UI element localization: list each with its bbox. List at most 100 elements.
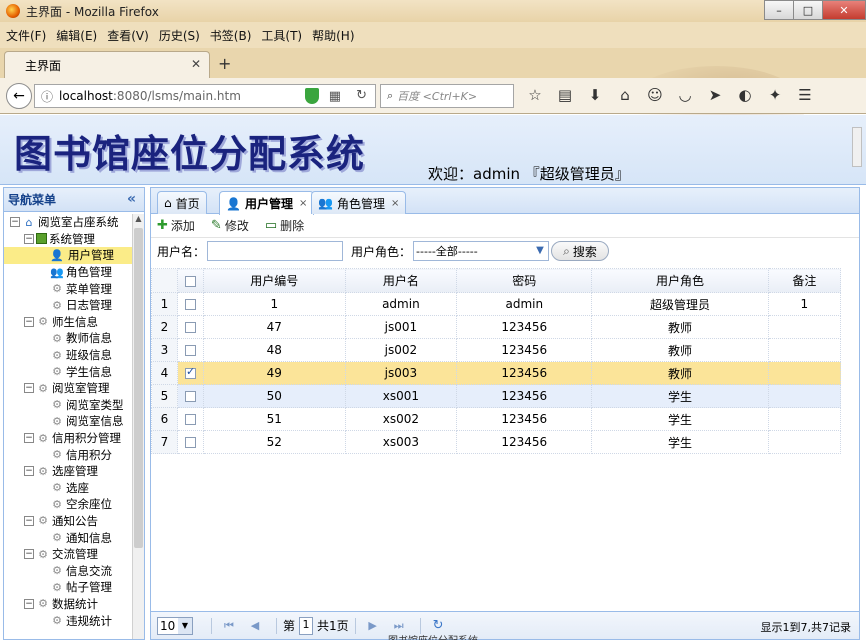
tree-item[interactable]: ⚙ 违规统计 [4, 612, 132, 629]
scroll-thumb[interactable] [134, 228, 143, 548]
tree-item[interactable]: ⚙ 信息交流 [4, 562, 132, 579]
tree-item[interactable]: ⚙ 日志管理 [4, 297, 132, 314]
row-checkbox-cell[interactable] [177, 338, 204, 362]
tree-item[interactable]: ⚙ 选座 [4, 480, 132, 497]
tree-item[interactable]: − ⚙ 师生信息 [4, 314, 132, 331]
tab-1[interactable]: 👤 用户管理 × [219, 191, 315, 215]
menu-help[interactable]: 帮助(H) [312, 27, 354, 44]
tree-toggle-icon[interactable]: − [24, 383, 34, 394]
url-bar[interactable]: ⓘ localhost :8080/lsms/main.htm ▦ ↻ [34, 84, 376, 108]
last-page-icon[interactable]: ⏭ [388, 619, 410, 633]
menu-bookmarks[interactable]: 书签(B) [210, 27, 252, 44]
row-checkbox[interactable] [185, 365, 196, 379]
extension-icon[interactable]: ◐ [730, 86, 760, 104]
edit-button[interactable]: ✎ 修改 [211, 217, 249, 234]
col-user-id[interactable]: 用户编号 [203, 268, 346, 293]
header-scrollbar[interactable] [852, 127, 862, 167]
qr-code-icon[interactable]: ▦ [329, 89, 341, 104]
table-row[interactable]: 1 1 admin admin 超级管理员 1 [151, 292, 842, 316]
close-tab-icon[interactable]: × [391, 198, 399, 209]
table-row[interactable]: 4 49js003123456教师 [151, 361, 842, 385]
tree-item[interactable]: ⚙ 班级信息 [4, 347, 132, 364]
search-button[interactable]: ⌕ 搜索 [551, 241, 609, 261]
table-row[interactable]: 7 52 xs003 123456 学生 [151, 430, 842, 454]
tree-item[interactable]: ⚙ 空余座位 [4, 496, 132, 513]
scroll-up-icon[interactable]: ▲ [133, 214, 144, 228]
tree-item[interactable]: − ⚙ 信用积分管理 [4, 430, 132, 447]
tree-item[interactable]: ⚙ 阅览室信息 [4, 413, 132, 430]
addon-icon[interactable]: ✦ [760, 86, 790, 104]
next-page-icon[interactable]: ▶ [362, 619, 384, 632]
row-checkbox-cell[interactable] [177, 361, 204, 385]
shield-icon[interactable] [305, 88, 319, 104]
tree-item[interactable]: − ⚙ 数据统计 [4, 596, 132, 613]
tree-toggle-icon[interactable]: − [24, 433, 34, 444]
row-checkbox[interactable] [185, 345, 196, 356]
tree-item[interactable]: − ⌂ 阅览室占座系统 [4, 214, 132, 231]
role-select[interactable]: -----全部----- ▼ [413, 241, 550, 261]
checkbox-icon[interactable] [185, 275, 196, 287]
tree-item[interactable]: ⚙ 教师信息 [4, 330, 132, 347]
table-row[interactable]: 5 50 xs001 123456 学生 [151, 384, 842, 408]
tree-toggle-icon[interactable]: − [24, 549, 34, 560]
table-row[interactable]: 6 51 xs002 123456 学生 [151, 407, 842, 431]
tree-item[interactable]: ⚙ 阅览室类型 [4, 397, 132, 414]
row-checkbox[interactable] [185, 414, 196, 425]
tree-toggle-icon[interactable]: − [10, 217, 20, 228]
menu-file[interactable]: 文件(F) [6, 27, 46, 44]
col-remark[interactable]: 备注 [767, 268, 842, 293]
tree-item[interactable]: ⚙ 信用积分 [4, 446, 132, 463]
search-input[interactable]: ⌕ 百度 <Ctrl+K> [380, 84, 514, 108]
tree-item[interactable]: − ⚙ 阅览室管理 [4, 380, 132, 397]
emoji-icon[interactable]: ☺ [640, 86, 670, 104]
maximize-button[interactable]: □ [793, 0, 823, 20]
col-password[interactable]: 密码 [456, 268, 593, 293]
pocket-icon[interactable]: ◡ [670, 86, 700, 104]
site-info-icon[interactable]: ⓘ [41, 88, 53, 105]
tab-0[interactable]: ⌂ 首页 [157, 191, 207, 214]
row-checkbox[interactable] [185, 391, 196, 402]
tree-toggle-icon[interactable]: − [24, 466, 34, 477]
back-button[interactable]: ← [6, 83, 32, 109]
tree-item[interactable]: 👥 角色管理 [4, 264, 132, 281]
tree-item[interactable]: ⚙ 帖子管理 [4, 579, 132, 596]
table-row[interactable]: 3 48 js002 123456 教师 [151, 338, 842, 362]
row-checkbox[interactable] [185, 437, 196, 448]
col-username[interactable]: 用户名 [344, 268, 458, 293]
row-checkbox-cell[interactable] [177, 292, 204, 316]
tree-toggle-icon[interactable]: − [24, 598, 34, 609]
chevron-down-icon[interactable]: ▼ [532, 242, 548, 260]
select-all-checkbox[interactable] [177, 268, 204, 293]
row-checkbox-cell[interactable] [177, 430, 204, 454]
tree-toggle-icon[interactable]: − [24, 515, 34, 526]
delete-button[interactable]: ▭ 删除 [265, 217, 304, 234]
tree-item[interactable]: ⚙ 通知信息 [4, 529, 132, 546]
username-input[interactable] [207, 241, 344, 261]
bookmark-star-icon[interactable]: ☆ [520, 86, 550, 104]
collapse-icon[interactable]: « [127, 191, 136, 207]
tree-toggle-icon[interactable]: − [24, 233, 34, 244]
refresh-icon[interactable]: ↻ [433, 618, 444, 633]
menu-history[interactable]: 历史(S) [159, 27, 200, 44]
home-icon[interactable]: ⌂ [610, 86, 640, 104]
tree-item[interactable]: − 系统管理 [4, 231, 132, 248]
download-icon[interactable]: ⬇ [580, 86, 610, 104]
prev-page-icon[interactable]: ◀ [244, 619, 266, 632]
menu-tools[interactable]: 工具(T) [261, 27, 302, 44]
tree-item[interactable]: ⚙ 学生信息 [4, 363, 132, 380]
row-checkbox[interactable] [185, 322, 196, 333]
first-page-icon[interactable]: ⏮ [218, 619, 240, 633]
minimize-button[interactable]: – [764, 0, 794, 20]
tree-item[interactable]: 👤 用户管理 [4, 247, 132, 264]
col-role[interactable]: 用户角色 [591, 268, 769, 293]
row-checkbox-cell[interactable] [177, 315, 204, 339]
menu-edit[interactable]: 编辑(E) [56, 27, 97, 44]
table-row[interactable]: 2 47 js001 123456 教师 [151, 315, 842, 339]
row-checkbox-cell[interactable] [177, 384, 204, 408]
row-checkbox-cell[interactable] [177, 407, 204, 431]
tree-item[interactable]: − ⚙ 选座管理 [4, 463, 132, 480]
nav-scrollbar[interactable]: ▲ [132, 214, 144, 639]
tab-2[interactable]: 👥 角色管理 × [311, 191, 407, 214]
row-checkbox[interactable] [185, 299, 196, 310]
close-tab-icon[interactable]: × [299, 198, 307, 209]
